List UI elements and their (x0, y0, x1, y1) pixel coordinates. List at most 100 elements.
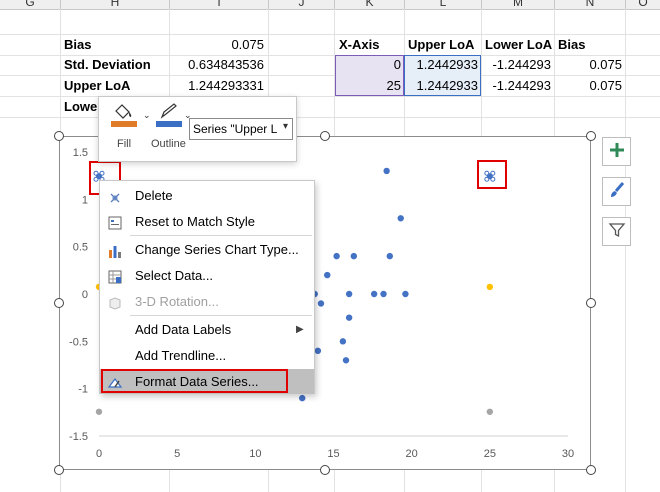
table-cell[interactable]: -1.244293 (481, 76, 551, 96)
data-point[interactable] (370, 290, 378, 298)
x-tick-label: 10 (249, 448, 261, 460)
chevron-down-icon[interactable]: ▾ (283, 121, 288, 132)
menu-item-reset-to-match-style[interactable]: Reset to Match Style (100, 209, 314, 234)
column-header-row: G H I J K L M N O (0, 0, 660, 10)
x-tick-label: 15 (327, 448, 339, 460)
data-point[interactable] (299, 394, 306, 402)
table-cell[interactable]: 25 (335, 76, 401, 96)
mini-toolbar: ⌄ Fill ⌄ Outline Series "Upper L ▾ (98, 96, 297, 162)
rotation-3d-icon (107, 294, 123, 310)
column-header-i[interactable]: I (170, 0, 268, 9)
data-point[interactable] (486, 408, 494, 415)
column-header-g[interactable]: G (0, 0, 60, 9)
menu-item-change-series-chart-type[interactable]: Change Series Chart Type... (100, 237, 314, 262)
delete-icon (107, 188, 123, 204)
chevron-down-icon: ⌄ (143, 110, 151, 120)
column-header-m[interactable]: M (482, 0, 554, 9)
data-point[interactable] (317, 300, 325, 307)
y-tick-label: 1.5 (73, 147, 88, 159)
data-point[interactable] (383, 167, 390, 175)
paintbrush-icon (608, 181, 626, 202)
column-header-k[interactable]: K (335, 0, 404, 9)
fill-label: Fill (117, 138, 132, 150)
bias-value-cell[interactable]: 0.075 (170, 35, 264, 55)
std-deviation-value-cell[interactable]: 0.634843536 (170, 55, 264, 75)
resize-handle-bottom-left[interactable] (54, 465, 64, 475)
resize-handle-top[interactable] (320, 131, 330, 141)
chart-styles-button[interactable] (602, 177, 631, 206)
data-point[interactable] (95, 408, 103, 415)
table-cell[interactable]: 0.075 (554, 76, 622, 96)
table-header-bias[interactable]: Bias (558, 35, 585, 55)
data-point[interactable] (397, 215, 404, 222)
filter-icon (608, 221, 626, 242)
data-point[interactable] (314, 347, 322, 354)
resize-handle-bottom[interactable] (320, 465, 330, 475)
resize-handle-top-right[interactable] (586, 131, 596, 141)
resize-handle-right[interactable] (586, 298, 596, 308)
grid-line (625, 9, 626, 492)
data-point[interactable] (342, 357, 350, 364)
resize-handle-top-left[interactable] (54, 131, 64, 141)
y-tick-label: -1 (78, 384, 88, 396)
x-tick-label: 0 (96, 448, 102, 460)
menu-item-add-trendline[interactable]: Add Trendline... (100, 343, 314, 368)
table-cell[interactable]: 1.2442933 (404, 76, 478, 96)
table-header-x-axis[interactable]: X-Axis (339, 35, 379, 55)
data-point[interactable] (339, 338, 347, 345)
std-deviation-label-cell[interactable]: Std. Deviation (64, 55, 151, 75)
y-tick-label: -1.5 (69, 431, 88, 443)
table-cell[interactable]: 1.2442933 (404, 55, 478, 75)
data-point[interactable] (324, 271, 331, 279)
menu-item-add-data-labels[interactable]: Add Data Labels ▶ (100, 317, 314, 342)
bias-label-cell[interactable]: Bias (64, 35, 91, 55)
fill-color-swatch (111, 121, 137, 127)
column-header-o[interactable]: O (626, 0, 660, 9)
menu-item-label: Change Series Chart Type... (135, 242, 299, 257)
resize-handle-left[interactable] (54, 298, 64, 308)
table-cell[interactable]: -1.244293 (481, 55, 551, 75)
y-tick-label: 0 (82, 289, 88, 301)
data-point[interactable] (350, 252, 358, 260)
fill-button[interactable]: ⌄ (109, 102, 153, 142)
chart-filters-button[interactable] (602, 217, 631, 246)
menu-item-label: Select Data... (135, 268, 214, 283)
table-cell[interactable]: 0.075 (554, 55, 622, 75)
table-header-lower-loa[interactable]: Lower LoA (485, 35, 552, 55)
x-tick-label: 5 (174, 448, 180, 460)
menu-item-label: 3-D Rotation... (135, 294, 219, 309)
context-menu: Delete Reset to Match Style Change Serie… (99, 180, 315, 394)
y-tick-label: -0.5 (69, 336, 88, 348)
menu-item-3d-rotation[interactable]: 3-D Rotation... (100, 289, 314, 314)
data-point[interactable] (386, 252, 393, 260)
menu-separator (130, 235, 312, 236)
menu-item-label: Delete (135, 188, 173, 203)
x-tick-label: 20 (406, 448, 418, 460)
column-header-n[interactable]: N (555, 0, 625, 9)
outline-button[interactable]: ⌄ (154, 102, 194, 142)
data-point[interactable] (380, 290, 387, 298)
table-cell[interactable]: 0 (335, 55, 401, 75)
y-tick-label: 1 (82, 194, 88, 206)
data-point[interactable] (486, 283, 494, 291)
x-tick-label: 25 (484, 448, 496, 460)
resize-handle-bottom-right[interactable] (586, 465, 596, 475)
data-point[interactable] (345, 290, 353, 298)
plus-icon (609, 142, 625, 161)
column-header-h[interactable]: H (61, 0, 169, 9)
chart-elements-button[interactable] (602, 137, 631, 166)
upper-loa-value-cell[interactable]: 1.244293331 (170, 76, 264, 96)
series-selector-dropdown[interactable]: Series "Upper L (189, 118, 293, 140)
column-header-l[interactable]: L (405, 0, 481, 9)
data-point[interactable] (402, 290, 409, 298)
lower-loa-label-cell[interactable]: Lowe (64, 97, 97, 117)
data-point[interactable] (333, 252, 340, 260)
column-header-j[interactable]: J (269, 0, 334, 9)
upper-loa-label-cell[interactable]: Upper LoA (64, 76, 130, 96)
x-tick-label: 30 (562, 448, 574, 460)
data-point[interactable] (345, 314, 353, 321)
menu-item-select-data[interactable]: Select Data... (100, 263, 314, 288)
menu-item-delete[interactable]: Delete (100, 183, 314, 208)
table-header-upper-loa[interactable]: Upper LoA (408, 35, 474, 55)
menu-item-label: Add Data Labels (135, 322, 232, 337)
